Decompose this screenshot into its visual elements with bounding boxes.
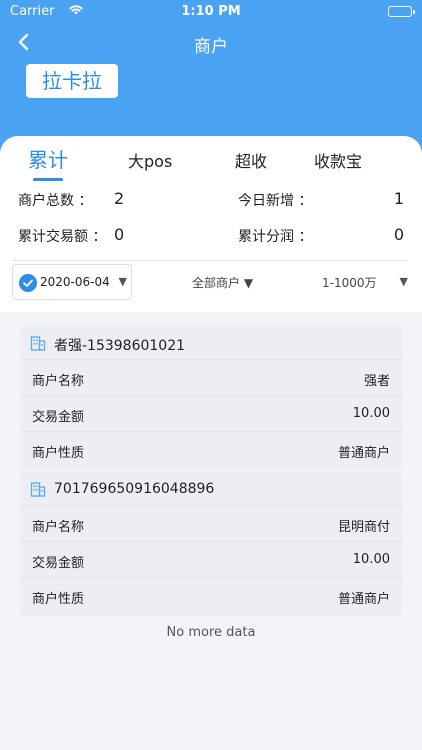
tab-bar: 累计 大pos 超收 收款宝 [0, 144, 422, 181]
tab-super-receive[interactable]: 超收 [235, 148, 267, 172]
merchant-row: 交易金额 10.00 [20, 396, 402, 432]
today-new-label: 今日新增 ： [238, 193, 313, 209]
merchant-row-label: 商户名称 [32, 374, 85, 389]
building-icon [30, 335, 46, 351]
caret-down-icon: ▼ [118, 275, 127, 288]
merchant-type-filter[interactable]: 全部商户 ▼ [192, 274, 253, 291]
tab-payment-box[interactable]: 收款宝 [314, 148, 362, 172]
no-more-data-label: No more data [166, 625, 256, 640]
merchant-row: 商户名称 昆明商付 [20, 506, 402, 542]
merchant-row-label: 商户性质 [32, 446, 85, 461]
merchant-id: 701769650916048896 [54, 481, 215, 497]
page-title: 商户 [194, 37, 228, 57]
merchant-card-header: 者强-15398601021 [20, 326, 402, 360]
merchant-row: 商户性质 普通商户 [20, 432, 402, 468]
merchant-row-label: 商户性质 [32, 592, 85, 607]
merchant-row-label: 交易金额 [32, 410, 85, 425]
total-amount-value: 0 [114, 225, 125, 244]
tab-cumulative[interactable]: 累计 [28, 144, 68, 173]
today-new-value: 1 [393, 189, 404, 208]
clock-time: 1:10 PM [181, 4, 241, 19]
merchant-row-value: 10.00 [352, 552, 390, 567]
amount-range-filter[interactable]: 1-1000万 [322, 274, 377, 291]
organization-chip[interactable]: 拉卡拉 [26, 64, 118, 98]
total-merchants-label: 商户总数 ： [18, 193, 93, 209]
merchant-row-value: 10.00 [352, 406, 390, 421]
total-amount-label: 累计交易额 ： [18, 229, 107, 245]
building-icon [30, 481, 46, 497]
merchant-row: 商户名称 强者 [20, 360, 402, 396]
merchant-row-label: 商户名称 [32, 520, 85, 535]
battery-icon [388, 6, 415, 17]
merchant-row: 商户性质 普通商户 [20, 578, 402, 614]
check-circle-icon [19, 274, 37, 292]
merchant-row-value: 昆明商付 [337, 520, 390, 535]
date-filter[interactable]: 2020-06-04 ▼ [12, 264, 132, 300]
stats-divider [12, 260, 408, 261]
date-filter-value: 2020-06-04 [40, 275, 110, 289]
status-bar: Carrier 1:10 PM [0, 0, 422, 24]
merchant-card[interactable]: 701769650916048896 商户名称 昆明商付 交易金额 10.00 … [20, 472, 402, 616]
merchant-row-value: 普通商户 [337, 446, 390, 461]
main-card: 累计 大pos 超收 收款宝 商户总数 ： 2 今日新增 ： 1 累计交易额 ：… [0, 136, 422, 750]
merchant-id: 者强-15398601021 [54, 338, 186, 354]
caret-down-icon[interactable]: ▼ [400, 275, 408, 288]
active-tab-indicator [33, 178, 63, 181]
total-profit-value: 0 [393, 225, 404, 244]
merchant-row-label: 交易金额 [32, 556, 85, 571]
total-profit-label: 累计分润 ： [238, 229, 313, 245]
navigation-bar: 商户 [0, 26, 422, 60]
merchant-row-value: 普通商户 [337, 592, 390, 607]
merchant-card[interactable]: 者强-15398601021 商户名称 强者 交易金额 10.00 商户性质 普… [20, 326, 402, 470]
merchant-list: 者强-15398601021 商户名称 强者 交易金额 10.00 商户性质 普… [0, 312, 422, 750]
tab-big-pos[interactable]: 大pos [128, 148, 172, 172]
merchant-row: 交易金额 10.00 [20, 542, 402, 578]
merchant-card-header: 701769650916048896 [20, 472, 402, 506]
merchant-row-value: 强者 [363, 374, 390, 389]
total-merchants-value: 2 [114, 189, 125, 208]
